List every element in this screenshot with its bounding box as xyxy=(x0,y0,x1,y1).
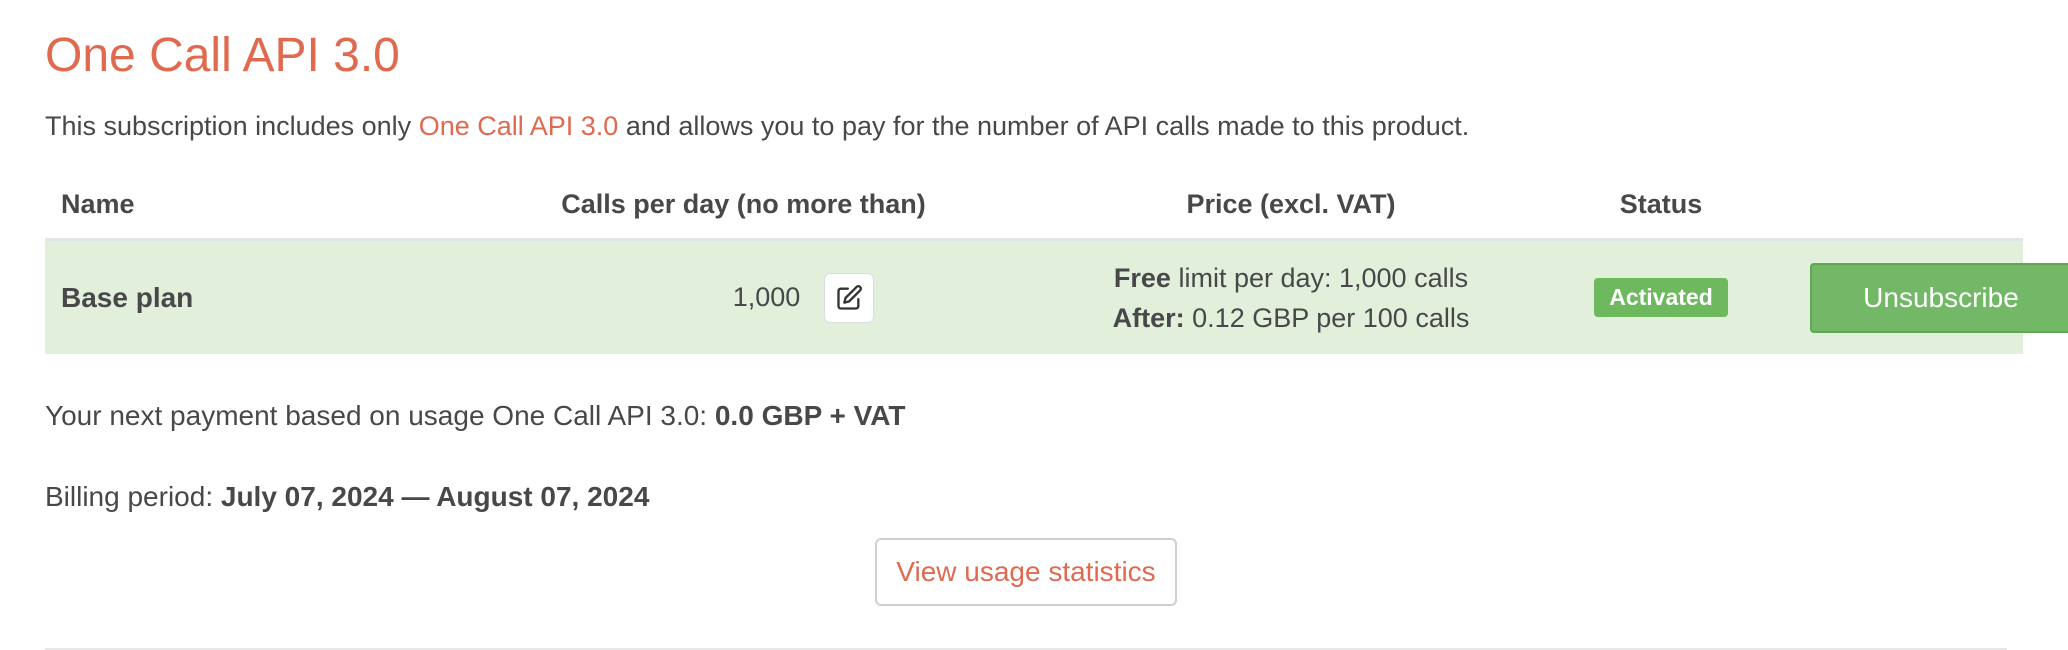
subscription-plans-table: Name Calls per day (no more than) Price … xyxy=(45,170,2068,355)
description-prefix: This subscription includes only xyxy=(45,111,419,141)
billing-period-dates: July 07, 2024 — August 07, 2024 xyxy=(220,481,650,512)
price-free-label: Free xyxy=(1113,262,1171,293)
price-cell: Free limit per day: 1,000 calls After: 0… xyxy=(1076,240,1506,355)
status-badge: Activated xyxy=(1594,278,1728,317)
price-after-detail: 0.12 GBP per 100 calls xyxy=(1184,302,1470,333)
table-header-row: Name Calls per day (no more than) Price … xyxy=(45,170,2023,241)
header-action xyxy=(1816,170,2023,241)
page-title: One Call API 3.0 xyxy=(45,29,400,82)
billing-period-text: Billing period: July 07, 2024 — August 0… xyxy=(45,479,649,515)
billing-period-label: Billing period: xyxy=(45,481,221,512)
edit-icon xyxy=(837,284,863,310)
plan-name-cell: Base plan xyxy=(45,240,411,355)
table-row: Base plan 1,000 Free limit per day: 1,00… xyxy=(45,239,2068,355)
price-free-detail: limit per day: 1,000 calls xyxy=(1170,262,1469,293)
header-status: Status xyxy=(1506,170,1816,241)
header-calls-per-day: Calls per day (no more than) xyxy=(411,170,1076,241)
price-free-line: Free limit per day: 1,000 calls xyxy=(1076,258,1506,298)
description-suffix: and allows you to pay for the number of … xyxy=(618,111,1470,141)
header-name: Name xyxy=(45,170,411,241)
plan-name: Base plan xyxy=(61,281,194,313)
unsubscribe-button[interactable]: Unsubscribe xyxy=(1810,262,2068,333)
price-after-label: After: xyxy=(1112,302,1185,333)
calls-per-day-cell: 1,000 xyxy=(411,240,1076,355)
one-call-api-link[interactable]: One Call API 3.0 xyxy=(419,111,619,141)
action-cell: Unsubscribe xyxy=(1810,240,2068,355)
calls-per-day-group: 1,000 xyxy=(732,272,875,323)
status-cell: Activated xyxy=(1506,240,1816,355)
next-payment-amount: 0.0 GBP + VAT xyxy=(714,400,906,431)
calls-per-day-value: 1,000 xyxy=(732,282,801,312)
edit-calls-button[interactable] xyxy=(824,272,875,323)
next-payment-text: Your next payment based on usage One Cal… xyxy=(45,398,906,434)
header-price: Price (excl. VAT) xyxy=(1076,170,1506,241)
subscription-description: This subscription includes only One Call… xyxy=(45,108,1469,144)
view-usage-statistics-button[interactable]: View usage statistics xyxy=(875,538,1177,606)
price-after-line: After: 0.12 GBP per 100 calls xyxy=(1076,298,1506,338)
next-payment-label: Your next payment based on usage One Cal… xyxy=(45,400,715,431)
